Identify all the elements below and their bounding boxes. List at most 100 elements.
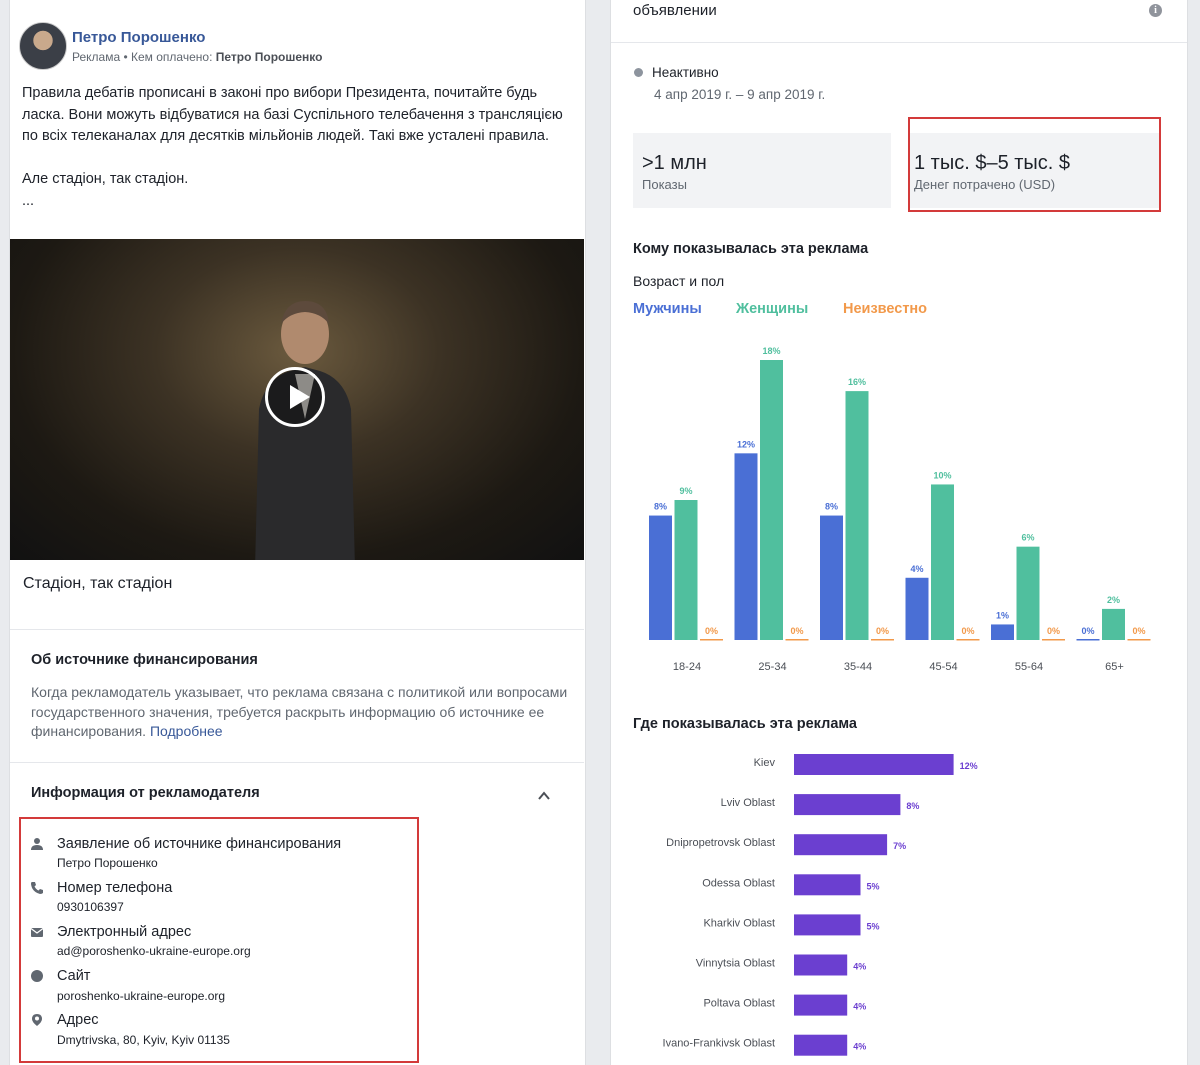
audience-title: Кому показывалась эта реклама: [633, 241, 869, 257]
legend-female[interactable]: Женщины: [736, 301, 808, 317]
region-label: Kharkiv Oblast: [703, 917, 775, 929]
mail-icon: [30, 928, 44, 937]
data-label: 16%: [848, 377, 866, 387]
payer-name: Петро Порошенко: [215, 50, 323, 64]
data-label: 9%: [679, 486, 692, 496]
bar-18-24-1: [674, 500, 698, 640]
info-label: Адрес: [57, 1012, 99, 1028]
bar-55-64-0: [991, 624, 1014, 640]
bar-35-44-1: [845, 391, 869, 640]
legend-male[interactable]: Мужчины: [633, 301, 702, 317]
bar-25-34-0: [734, 453, 758, 640]
funding-text-body: Когда рекламодатель указывает, что рекла…: [31, 684, 568, 739]
data-label: 10%: [933, 470, 951, 480]
impressions-card: >1 млн Показы: [633, 133, 891, 208]
region-value-label: 5%: [867, 921, 880, 931]
region-value-label: 8%: [906, 801, 919, 811]
bar-65+-0: [1076, 639, 1100, 641]
ad-details-panel: объявлении i Неактивно 4 апр 2019 г. – 9…: [610, 0, 1188, 1065]
funding-title: Об источнике финансирования: [31, 652, 258, 668]
impressions-value: >1 млн: [642, 152, 707, 174]
region-bar: [794, 914, 861, 936]
region-bar: [794, 834, 888, 856]
region-bar: [794, 794, 901, 816]
video-player[interactable]: [10, 239, 584, 560]
bar-18-24-0: [649, 515, 672, 640]
learn-more-link[interactable]: Подробнее: [150, 723, 223, 739]
data-label: 0%: [961, 626, 974, 636]
age-gender-subtitle: Возраст и пол: [633, 273, 725, 289]
sponsored-prefix: Реклама • Кем оплачено:: [72, 50, 216, 64]
spend-highlight: [908, 117, 1161, 212]
region-value-label: 12%: [960, 761, 978, 771]
date-range: 4 апр 2019 г. – 9 апр 2019 г.: [654, 87, 826, 102]
regions-title: Где показывалась эта реклама: [633, 716, 857, 732]
info-icon[interactable]: i: [1149, 4, 1162, 17]
region-bar: [794, 1034, 848, 1056]
bar-45-54-2: [956, 639, 980, 641]
sponsored-line: Реклама • Кем оплачено: Петро Порошенко: [72, 50, 322, 64]
data-label: 4%: [910, 564, 923, 574]
data-label: 8%: [825, 502, 838, 512]
post-text: Правила дебатів прописані в законі про в…: [22, 85, 563, 209]
data-label: 6%: [1021, 533, 1034, 543]
tick-label: 18-24: [673, 661, 701, 673]
region-value-label: 4%: [853, 962, 866, 972]
data-label: 0%: [705, 626, 718, 636]
info-label: Электронный адрес: [57, 924, 192, 940]
status-text: Неактивно: [652, 65, 719, 80]
region-value-label: 7%: [893, 841, 906, 851]
play-icon[interactable]: [265, 367, 325, 427]
advertiser-info-title: Информация от рекламодателя: [31, 785, 260, 801]
region-value-label: 4%: [853, 1042, 866, 1052]
bar-25-34-1: [760, 360, 783, 640]
age-gender-chart: 8% 9% 0% 18-24 12% 18% 0% 25-34 8% 16% 0% 35-44 4% 10…: [649, 346, 1151, 673]
tick-label: 25-34: [758, 661, 786, 673]
bar-55-64-1: [1016, 546, 1040, 640]
bar-65+-2: [1127, 639, 1151, 641]
legend-unknown[interactable]: Неизвестно: [843, 301, 927, 317]
data-label: 8%: [654, 502, 667, 512]
chevron-up-icon[interactable]: [538, 790, 550, 802]
divider: [10, 629, 584, 630]
region-label: Poltava Oblast: [703, 998, 775, 1010]
regions-chart: Kiev 12% Lviv Oblast 8% Dnipropetrovsk Oblas…: [663, 754, 978, 1056]
region-label: Vinnytsia Oblast: [696, 958, 775, 970]
divider: [611, 42, 1187, 43]
region-value-label: 4%: [853, 1002, 866, 1012]
status-dot-icon: [634, 68, 643, 77]
info-value: Петро Порошенко: [57, 856, 158, 870]
impressions-label: Показы: [642, 177, 687, 192]
avatar[interactable]: [19, 22, 67, 70]
bar-65+-1: [1102, 608, 1125, 640]
data-label: 0%: [1132, 626, 1145, 636]
page-name-link[interactable]: Петро Порошенко: [72, 29, 205, 46]
data-label: 1%: [996, 610, 1009, 620]
region-bar: [794, 874, 861, 896]
region-value-label: 5%: [867, 881, 880, 891]
bar-35-44-2: [871, 639, 894, 641]
data-label: 0%: [790, 626, 803, 636]
funding-text: Когда рекламодатель указывает, что рекла…: [31, 683, 571, 742]
tick-label: 35-44: [844, 661, 872, 673]
data-label: 2%: [1107, 595, 1120, 605]
info-value: Dmytrivska, 80, Kyiv, Kyiv 01135: [57, 1033, 230, 1047]
info-label: Заявление об источнике финансирования: [57, 836, 342, 852]
data-label: 12%: [737, 439, 755, 449]
region-label: Ivano-Frankivsk Oblast: [663, 1038, 775, 1050]
region-label: Kiev: [754, 757, 776, 769]
region-label: Odessa Oblast: [702, 877, 775, 889]
pin-icon: [32, 1014, 42, 1026]
region-label: Lviv Oblast: [721, 797, 775, 809]
info-label: Сайт: [57, 968, 91, 984]
data-label: 18%: [762, 346, 780, 356]
info-value: poroshenko-ukraine-europe.org: [57, 989, 226, 1003]
globe-icon: [31, 970, 43, 982]
region-bar: [794, 994, 848, 1016]
phone-icon: [31, 882, 43, 894]
data-label: 0%: [876, 626, 889, 636]
divider: [10, 762, 584, 763]
tick-label: 65+: [1105, 661, 1124, 673]
bar-45-54-1: [931, 484, 954, 640]
info-label: Номер телефона: [57, 880, 173, 896]
